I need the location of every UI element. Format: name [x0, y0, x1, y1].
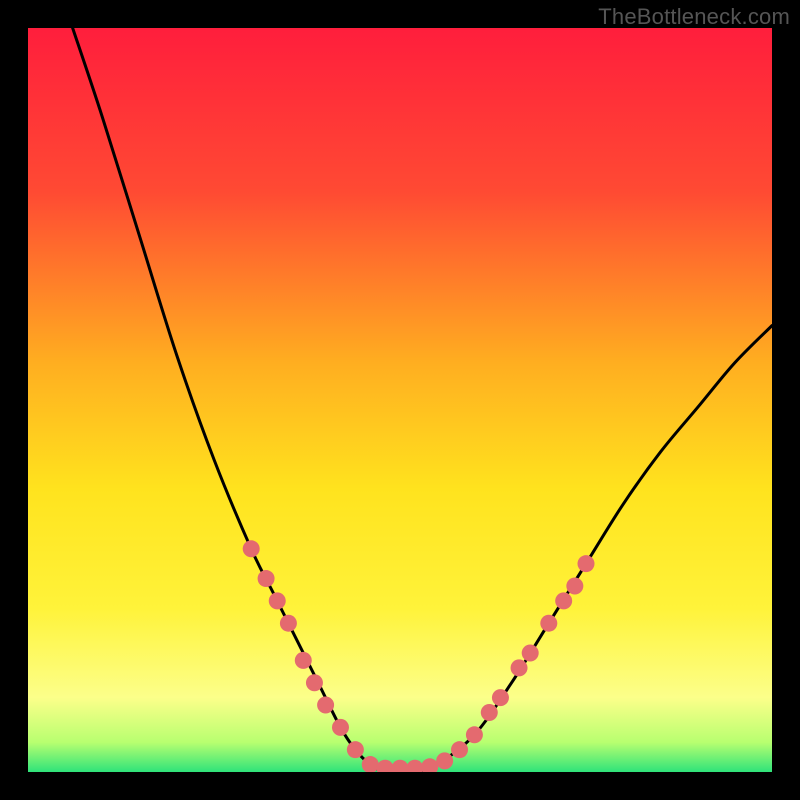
- curve-marker: [317, 697, 334, 714]
- curve-marker: [481, 704, 498, 721]
- curve-marker: [578, 555, 595, 572]
- curve-marker: [511, 659, 528, 676]
- curve-marker: [436, 752, 453, 769]
- curve-marker: [332, 719, 349, 736]
- chart-frame: TheBottleneck.com: [0, 0, 800, 800]
- curve-marker: [555, 592, 572, 609]
- plot-area: [28, 28, 772, 772]
- curve-marker: [280, 615, 297, 632]
- watermark-text: TheBottleneck.com: [598, 4, 790, 30]
- curve-marker: [566, 578, 583, 595]
- gradient-background: [28, 28, 772, 772]
- curve-marker: [466, 726, 483, 743]
- curve-marker: [522, 644, 539, 661]
- curve-marker: [295, 652, 312, 669]
- curve-marker: [347, 741, 364, 758]
- curve-marker: [269, 592, 286, 609]
- curve-marker: [492, 689, 509, 706]
- curve-marker: [451, 741, 468, 758]
- curve-marker: [258, 570, 275, 587]
- curve-marker: [306, 674, 323, 691]
- bottleneck-chart: [28, 28, 772, 772]
- curve-marker: [243, 540, 260, 557]
- curve-marker: [540, 615, 557, 632]
